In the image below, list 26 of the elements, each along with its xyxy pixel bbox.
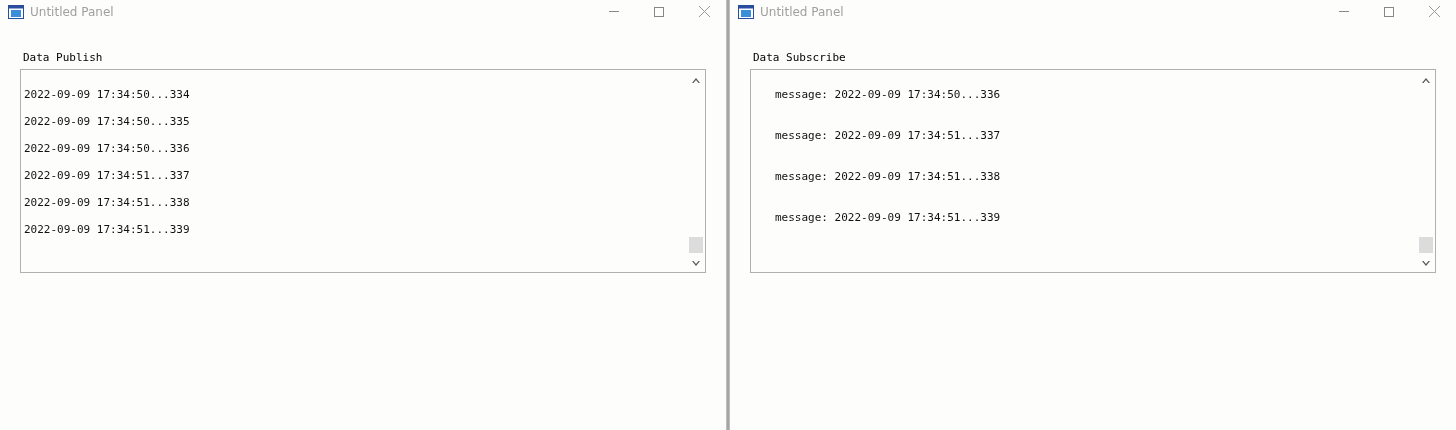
log-line: 2022-09-09 17:34:51...338	[24, 196, 191, 209]
log-line: message: 2022-09-09 17:34:50...336	[775, 88, 1002, 101]
log-line: message: 2022-09-09 17:34:51...337	[775, 129, 1002, 142]
app-icon	[8, 4, 24, 19]
log-line: 2022-09-09 17:34:51...339	[24, 223, 191, 236]
scroll-up-icon[interactable]	[1422, 78, 1430, 83]
scroll-thumb[interactable]	[1419, 237, 1433, 253]
scroll-thumb[interactable]	[689, 237, 703, 253]
panel-label: Data Subscribe	[752, 51, 847, 64]
log-line: 2022-09-09 17:34:51...337	[24, 169, 191, 182]
panel-label: Data Publish	[22, 51, 104, 64]
window-title: Untitled Panel	[30, 4, 114, 19]
log-line: message: 2022-09-09 17:34:51...339	[775, 211, 1002, 224]
scroll-down-icon[interactable]	[1422, 261, 1430, 266]
maximize-icon[interactable]	[654, 6, 664, 17]
maximize-icon[interactable]	[1384, 6, 1394, 17]
log-line: 2022-09-09 17:34:50...334	[24, 88, 191, 101]
app-icon	[738, 4, 754, 19]
close-icon[interactable]	[1429, 6, 1440, 17]
log-line: 2022-09-09 17:34:50...336	[24, 142, 191, 155]
log-line: message: 2022-09-09 17:34:51...338	[775, 170, 1002, 183]
log-line: 2022-09-09 17:34:50...335	[24, 115, 191, 128]
close-icon[interactable]	[699, 6, 710, 17]
scroll-down-icon[interactable]	[692, 261, 700, 266]
window-title: Untitled Panel	[760, 4, 844, 19]
scroll-up-icon[interactable]	[692, 78, 700, 83]
